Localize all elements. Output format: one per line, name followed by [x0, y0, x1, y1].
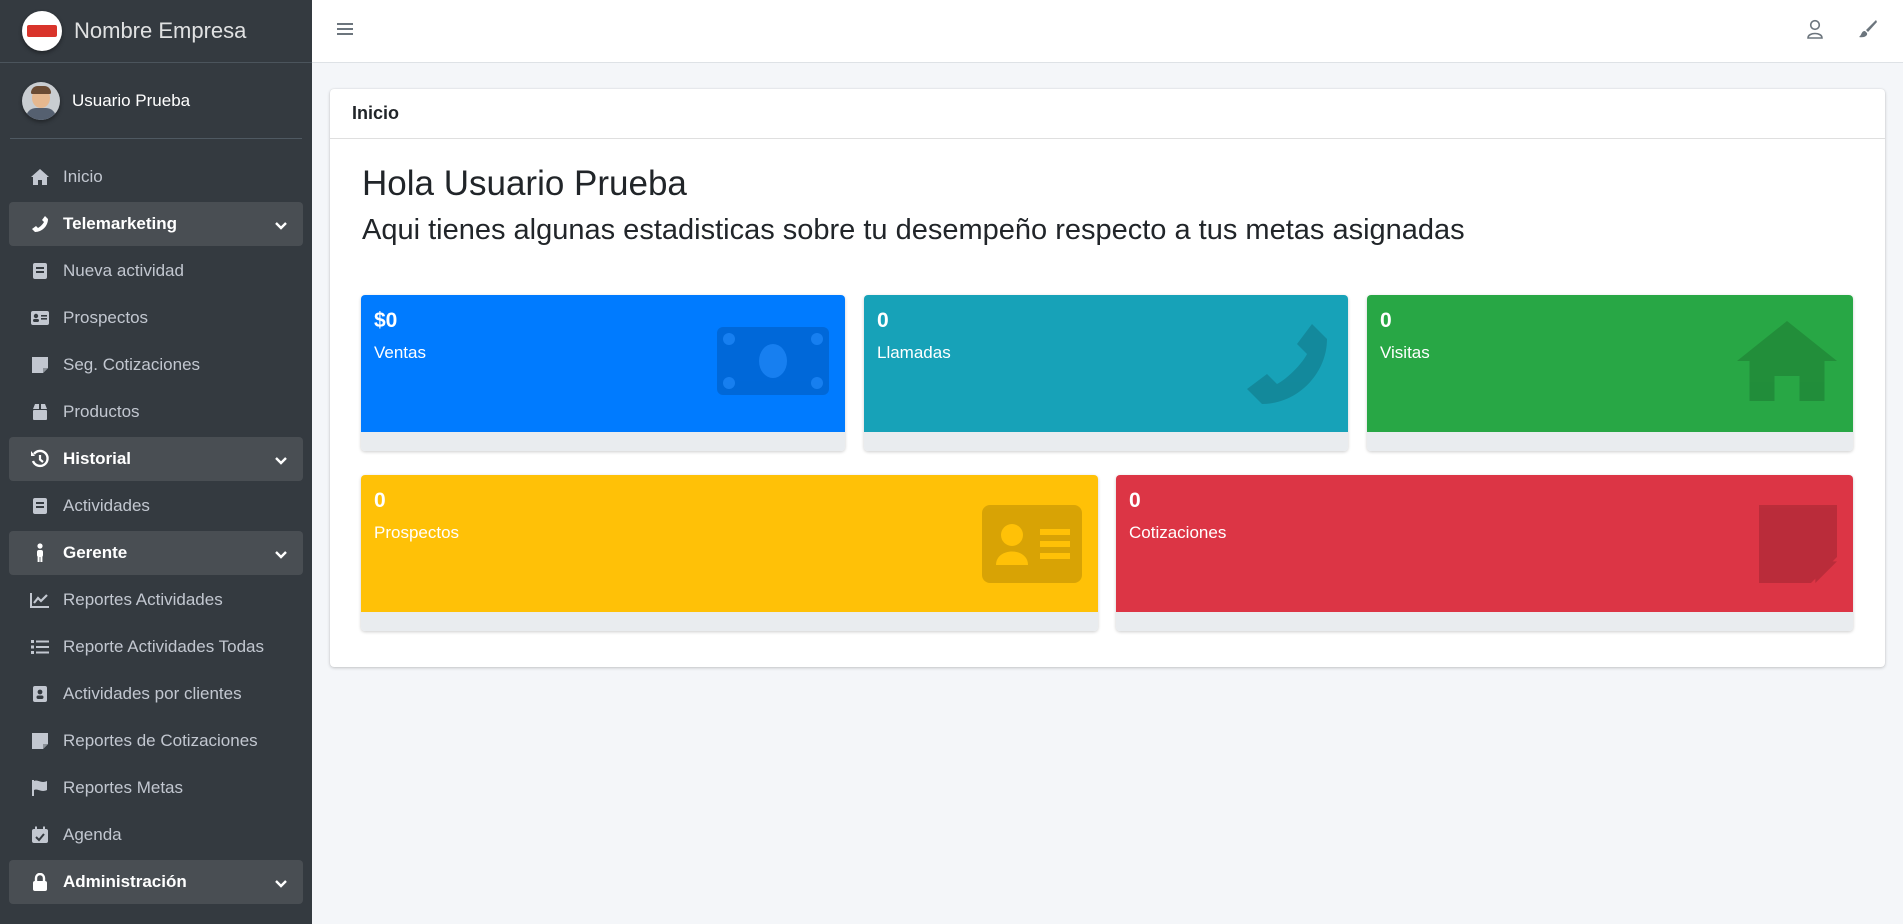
- card-title: Inicio: [330, 89, 1885, 139]
- sidebar-item-label: Prospectos: [63, 308, 148, 328]
- sidebar-item-label: Actividades por clientes: [63, 684, 242, 704]
- sidebar-item-productos[interactable]: Productos: [9, 390, 303, 434]
- sticky-note-icon: [1759, 505, 1837, 588]
- id-card-icon: [29, 307, 51, 329]
- sidebar-item-label: Gerente: [63, 543, 127, 563]
- brand-link[interactable]: Nombre Empresa: [0, 0, 312, 63]
- hamburger-icon: [337, 22, 353, 41]
- sidebar-item-seg-cotizaciones[interactable]: Seg. Cotizaciones: [9, 343, 303, 387]
- sidebar-item-reportes-actividades[interactable]: Reportes Actividades: [9, 578, 303, 622]
- calendar-check-icon: [29, 824, 51, 846]
- greeting-subtitle: Aqui tienes algunas estadisticas sobre t…: [362, 214, 1465, 247]
- book-icon: [29, 495, 51, 517]
- home-icon: [1737, 321, 1837, 406]
- id-card-icon: [982, 505, 1082, 588]
- history-icon: [29, 448, 51, 470]
- dashboard-card: Inicio Hola Usuario Prueba Aqui tienes a…: [330, 89, 1885, 667]
- sidebar-item-gerente[interactable]: Gerente: [9, 531, 303, 575]
- stat-label: Prospectos: [374, 523, 1085, 543]
- stat-box-ventas[interactable]: $0 Ventas: [361, 295, 845, 451]
- stat-box-llamadas[interactable]: 0 Llamadas: [864, 295, 1348, 451]
- sidebar-item-actividades[interactable]: Actividades: [9, 484, 303, 528]
- stat-box-cotizaciones[interactable]: 0 Cotizaciones: [1116, 475, 1853, 631]
- sticky-note-icon: [29, 354, 51, 376]
- user-panel[interactable]: Usuario Prueba: [10, 63, 302, 139]
- sidebar-item-administracion[interactable]: Administración: [9, 860, 303, 904]
- flag-icon: [29, 777, 51, 799]
- sidebar-item-reportes-metas[interactable]: Reportes Metas: [9, 766, 303, 810]
- line-chart-icon: [29, 589, 51, 611]
- stat-box-footer: [361, 612, 1098, 631]
- main-content: Inicio Hola Usuario Prueba Aqui tienes a…: [312, 63, 1903, 924]
- book-icon: [29, 260, 51, 282]
- sidebar-item-reporte-actividades-todas[interactable]: Reporte Actividades Todas: [9, 625, 303, 669]
- phone-icon: [1242, 319, 1332, 414]
- user-menu-button[interactable]: [1802, 18, 1828, 44]
- sidebar-item-label: Productos: [63, 402, 140, 422]
- chevron-down-icon: [275, 451, 287, 471]
- stat-box-prospectos[interactable]: 0 Prospectos: [361, 475, 1098, 631]
- list-icon: [29, 636, 51, 658]
- sidebar-item-label: Reportes de Cotizaciones: [63, 731, 258, 751]
- stat-box-visitas[interactable]: 0 Visitas: [1367, 295, 1853, 451]
- user-name: Usuario Prueba: [72, 91, 190, 111]
- phone-icon: [29, 213, 51, 235]
- lock-icon: [29, 871, 51, 893]
- chevron-down-icon: [275, 545, 287, 565]
- sticky-note-icon: [29, 730, 51, 752]
- sidebar-item-inicio[interactable]: Inicio: [9, 155, 303, 199]
- sidebar-item-telemarketing[interactable]: Telemarketing: [9, 202, 303, 246]
- stat-box-footer: [864, 432, 1348, 451]
- sidebar-item-label: Reporte Actividades Todas: [63, 637, 264, 657]
- stat-box-footer: [1367, 432, 1853, 451]
- sidebar-item-nueva-actividad[interactable]: Nueva actividad: [9, 249, 303, 293]
- greeting-heading: Hola Usuario Prueba: [362, 164, 687, 204]
- sidebar-item-label: Telemarketing: [63, 214, 177, 234]
- top-navbar: [312, 0, 1903, 63]
- sidebar-item-label: Seg. Cotizaciones: [63, 355, 200, 375]
- sidebar-item-label: Administración: [63, 872, 187, 892]
- sidebar-nav: Inicio Telemarketing Nueva actividad Pro…: [0, 139, 312, 904]
- sidebar-item-label: Nueva actividad: [63, 261, 184, 281]
- sidebar-item-historial[interactable]: Historial: [9, 437, 303, 481]
- sidebar-item-prospectos[interactable]: Prospectos: [9, 296, 303, 340]
- theme-settings-button[interactable]: [1855, 18, 1881, 44]
- stat-value: 0: [374, 489, 1085, 513]
- menu-toggle-button[interactable]: [332, 18, 358, 44]
- stat-label: Cotizaciones: [1129, 523, 1840, 543]
- sidebar-item-label: Inicio: [63, 167, 103, 187]
- sidebar: Nombre Empresa Usuario Prueba Inicio Tel…: [0, 0, 312, 924]
- avatar: [22, 82, 60, 120]
- sidebar-item-actividades-por-clientes[interactable]: Actividades por clientes: [9, 672, 303, 716]
- sidebar-item-label: Historial: [63, 449, 131, 469]
- brand-logo: [22, 11, 62, 51]
- box-icon: [29, 401, 51, 423]
- sidebar-item-label: Reportes Metas: [63, 778, 183, 798]
- brand-name: Nombre Empresa: [74, 18, 246, 44]
- sidebar-item-label: Actividades: [63, 496, 150, 516]
- user-icon: [1806, 19, 1824, 44]
- money-bill-icon: [717, 327, 829, 400]
- sidebar-item-reportes-de-cotizaciones[interactable]: Reportes de Cotizaciones: [9, 719, 303, 763]
- sidebar-item-agenda[interactable]: Agenda: [9, 813, 303, 857]
- person-icon: [29, 542, 51, 564]
- sidebar-item-label: Agenda: [63, 825, 122, 845]
- paint-brush-icon: [1858, 19, 1878, 44]
- chevron-down-icon: [275, 874, 287, 894]
- home-icon: [29, 166, 51, 188]
- chevron-down-icon: [275, 216, 287, 236]
- address-book-icon: [29, 683, 51, 705]
- sidebar-item-label: Reportes Actividades: [63, 590, 223, 610]
- stat-value: 0: [1129, 489, 1840, 513]
- stat-box-footer: [361, 432, 845, 451]
- stat-box-footer: [1116, 612, 1853, 631]
